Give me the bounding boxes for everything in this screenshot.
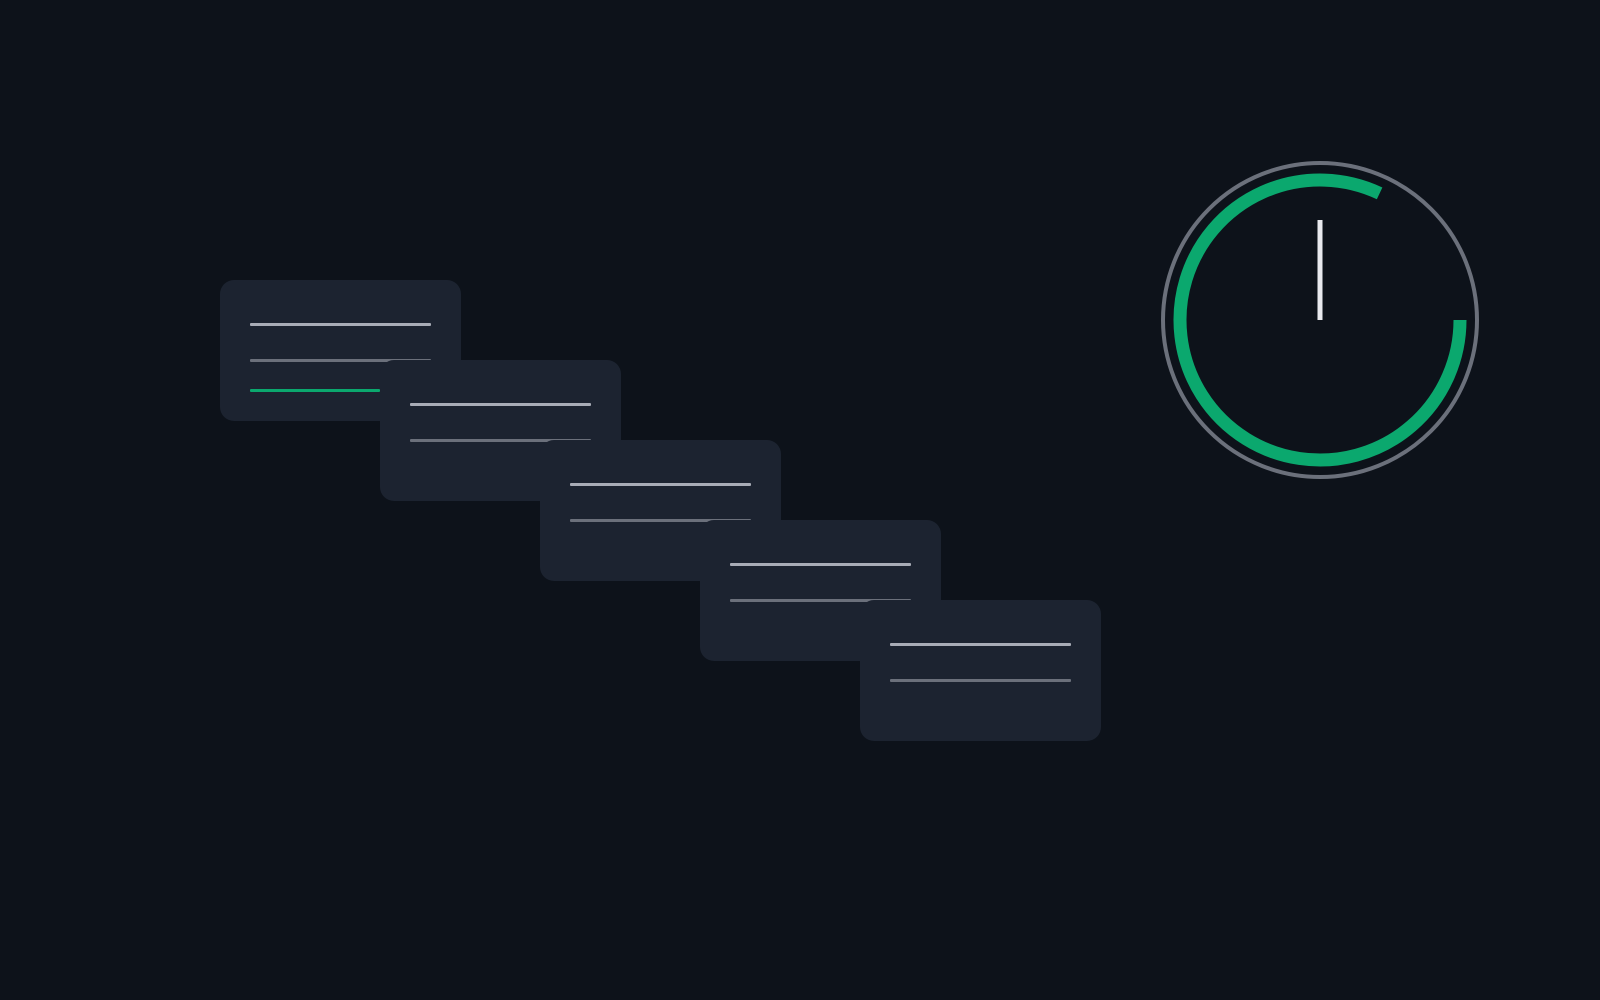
task-card-5[interactable] (860, 600, 1101, 741)
task-card-title-placeholder (730, 563, 911, 566)
task-card-title-placeholder (890, 643, 1071, 646)
task-card-title-placeholder (250, 323, 431, 326)
app-canvas (0, 0, 1600, 1000)
task-card-progress-bar (250, 389, 380, 392)
task-card-title-placeholder (570, 483, 751, 486)
timer-dial[interactable] (1160, 160, 1480, 480)
task-card-title-placeholder (410, 403, 591, 406)
task-card-subtitle-placeholder (890, 679, 1071, 682)
